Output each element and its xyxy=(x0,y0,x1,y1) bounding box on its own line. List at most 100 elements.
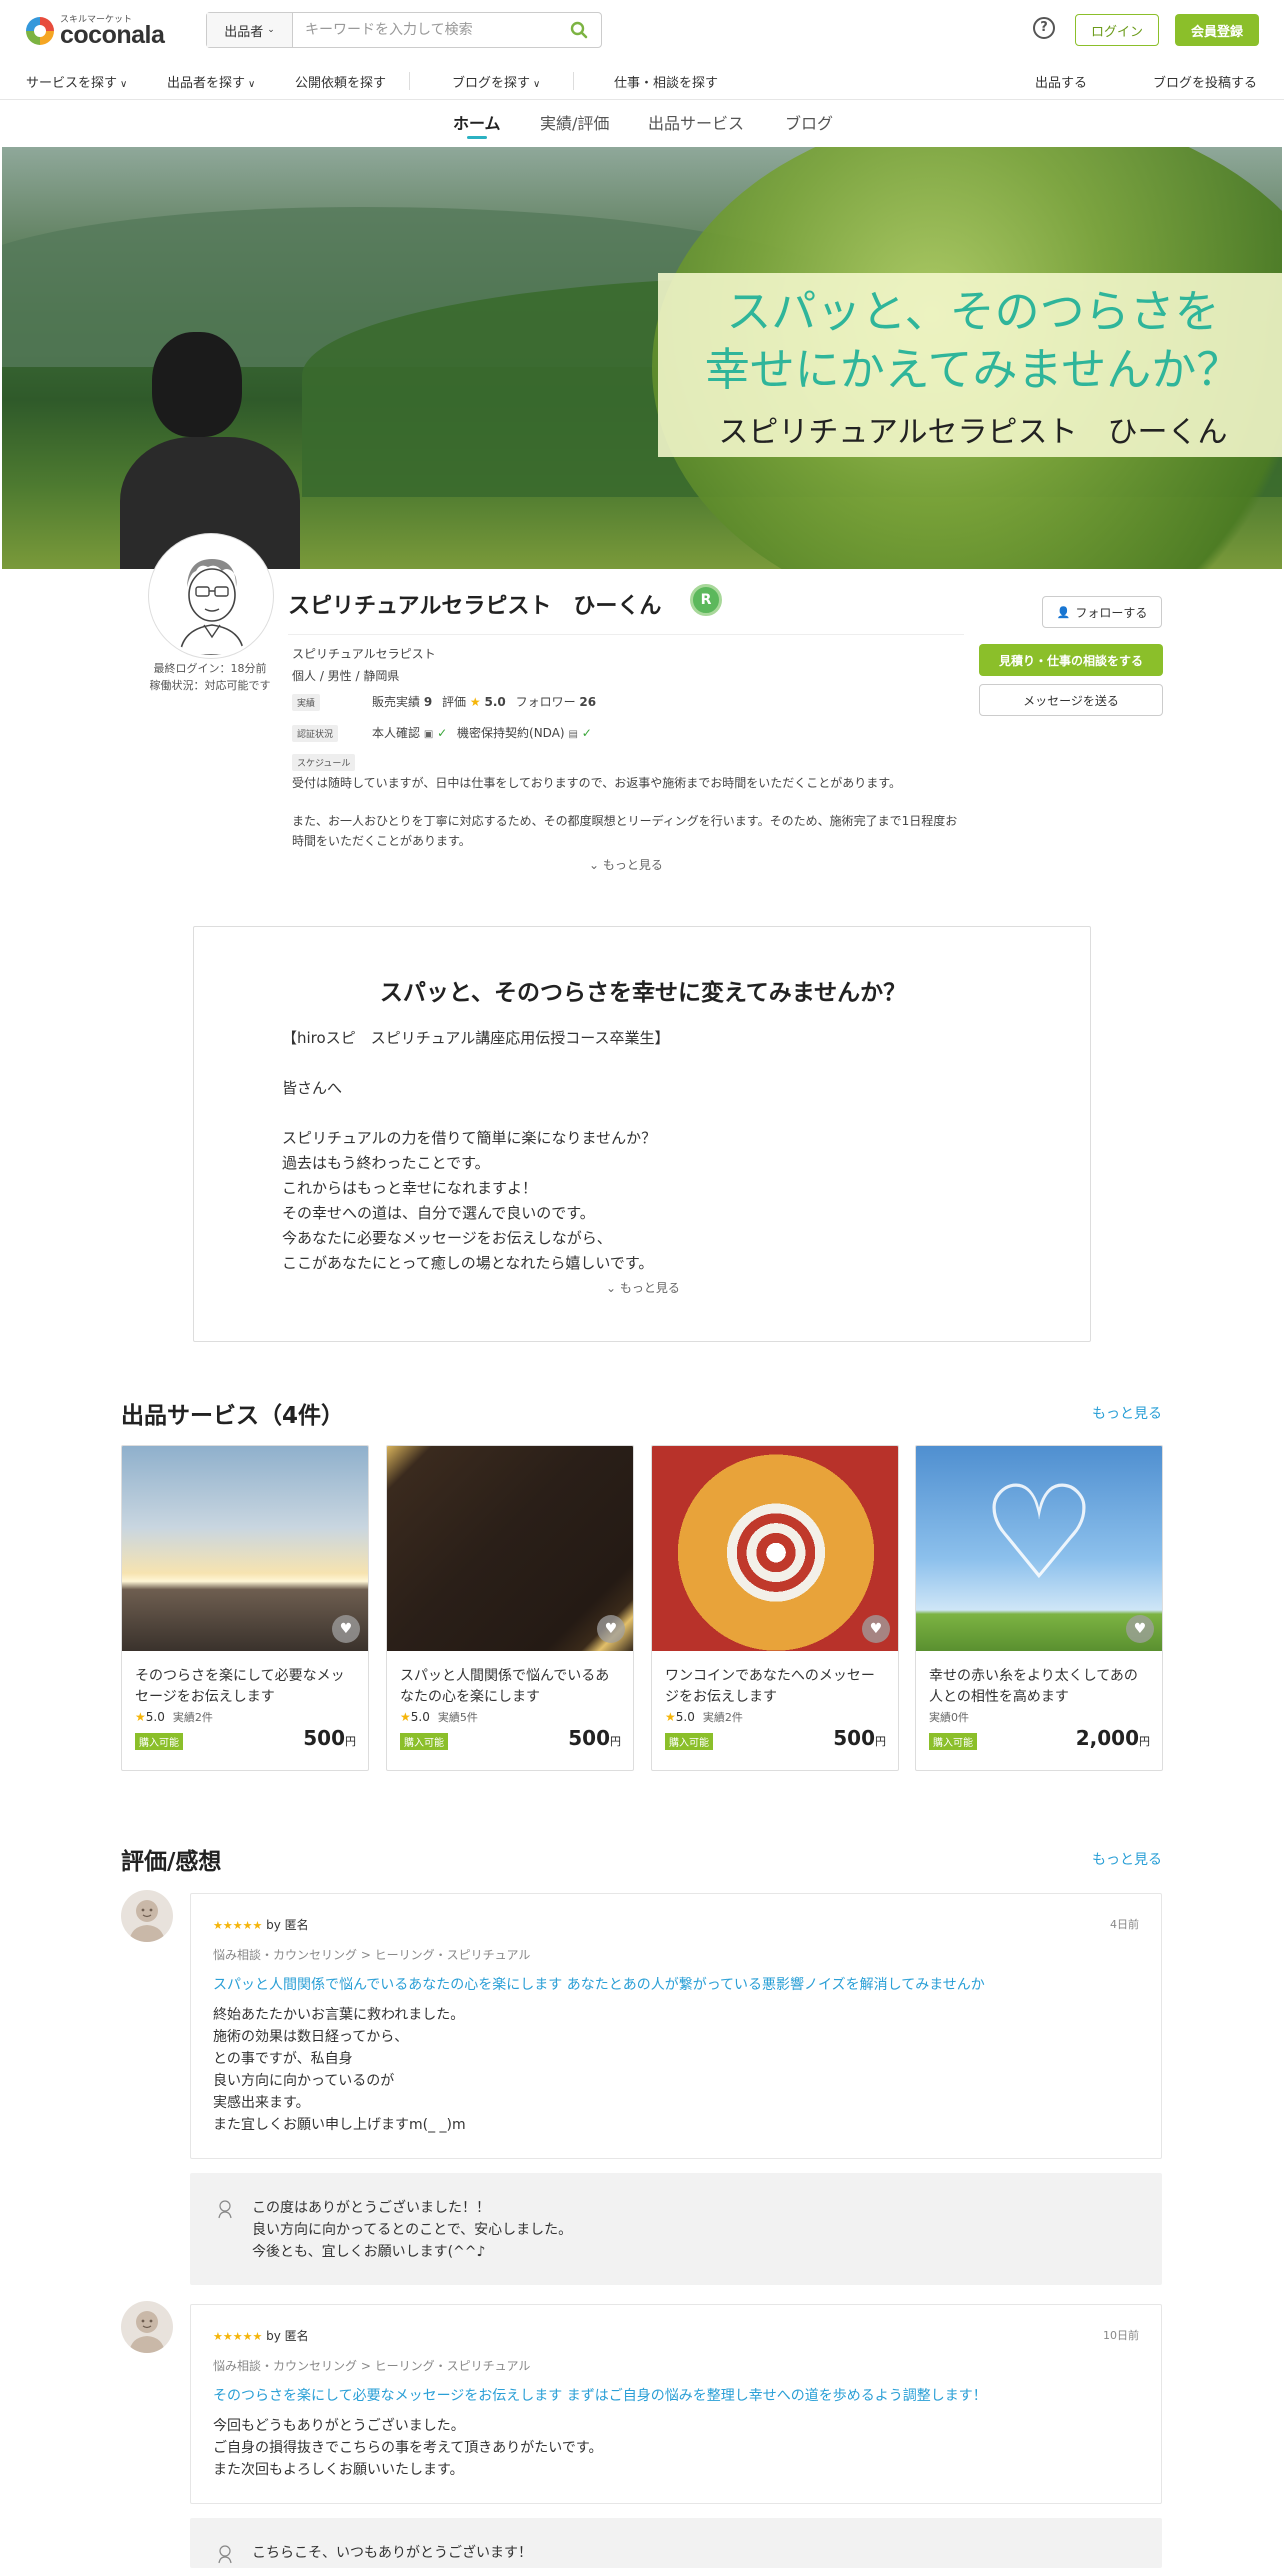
purchasable-badge: 購入可能 xyxy=(665,1733,713,1750)
nav-sell[interactable]: 出品する xyxy=(1035,72,1087,91)
search-input[interactable] xyxy=(293,13,557,47)
search-category-select[interactable]: 出品者 ⌄ xyxy=(207,13,293,47)
purchasable-badge: 購入可能 xyxy=(135,1733,183,1750)
tab-blog[interactable]: ブログ xyxy=(785,110,833,134)
service-thumbnail xyxy=(652,1446,898,1651)
register-button[interactable]: 会員登録 xyxy=(1175,14,1259,46)
schedule-text-3: 時間をいただくことがあります。 xyxy=(292,834,471,848)
nav-post-blog[interactable]: ブログを投稿する xyxy=(1153,72,1257,91)
favorite-heart-icon[interactable]: ♥ xyxy=(597,1615,625,1643)
search-category-label: 出品者 xyxy=(224,24,264,40)
active-tab-indicator xyxy=(467,136,487,139)
consult-button[interactable]: 見積り・仕事の相談をする xyxy=(979,644,1163,676)
avatar-illustration xyxy=(152,537,270,655)
schedule-text-1: 受付は随時していますが、日中は仕事をしておりますので、お返事や施術までお時間をい… xyxy=(292,776,902,790)
services-more-link[interactable]: もっと見る xyxy=(1092,1403,1162,1423)
favorite-heart-icon[interactable]: ♥ xyxy=(1126,1615,1154,1643)
tab-reviews[interactable]: 実績/評価 xyxy=(540,110,609,134)
service-rating: ★5.0 実績2件 xyxy=(665,1710,743,1724)
service-thumbnail xyxy=(387,1446,633,1651)
seller-reply-icon xyxy=(218,2200,232,2219)
reviews-more-link[interactable]: もっと見る xyxy=(1092,1849,1162,1869)
service-price: 500円 xyxy=(568,1726,621,1750)
review-service-link[interactable]: そのつらさを楽にして必要なメッセージをお伝えします まずはご自身の悩みを整理し幸… xyxy=(213,2385,987,2405)
seller-reply: こちらこそ、いつもありがとうございます！ xyxy=(190,2518,1162,2568)
intro-line: 過去はもう終わったことです。 xyxy=(282,1154,490,1172)
send-message-button[interactable]: メッセージを送る xyxy=(979,684,1163,716)
rating-value: 5.0 xyxy=(484,695,506,709)
intro-more-link[interactable]: ⌄ もっと見る xyxy=(606,1279,680,1296)
intro-title: スパッと、そのつらさを幸せに変えてみませんか？ xyxy=(379,980,907,1006)
nav-find-services[interactable]: サービスを探す ∨ xyxy=(26,72,127,91)
hero-headline-1: スパッと、そのつらさを xyxy=(726,286,1220,337)
profile-meta: 個人 / 男性 / 静岡県 xyxy=(292,669,400,683)
rank-badge-icon: R xyxy=(690,584,722,616)
search-button[interactable] xyxy=(557,13,601,47)
review-date: 10日前 xyxy=(1103,2329,1139,2342)
favorite-heart-icon[interactable]: ♥ xyxy=(862,1615,890,1643)
help-icon[interactable]: ? xyxy=(1033,17,1055,39)
review-text: 終始あたたかいお言葉に救われました。 xyxy=(213,2007,465,2023)
nav-divider xyxy=(409,72,410,90)
review-rating: ★★★★★ by 匿名 xyxy=(213,1918,309,1932)
service-card[interactable]: ♥ スパッと人間関係で悩んでいるあなたの心を楽にします ★5.0 実績5件 購入可… xyxy=(386,1445,634,1771)
hero-headline-2: 幸せにかえてみませんか？ xyxy=(704,344,1242,395)
search-bar: 出品者 ⌄ xyxy=(206,12,602,48)
follower-value: 26 xyxy=(579,695,597,709)
service-price: 2,000円 xyxy=(1075,1726,1150,1750)
service-rating: ★5.0 実績5件 xyxy=(400,1710,478,1724)
coconala-logo[interactable]: スキルマーケット coconala xyxy=(26,14,165,49)
nav-find-sellers[interactable]: 出品者を探す ∨ xyxy=(167,72,255,91)
availability-status: 稼働状況：対応可能です xyxy=(149,679,271,692)
service-card[interactable]: ♥ ワンコインであなたへのメッセージをお伝えします ★5.0 実績2件 購入可能 … xyxy=(651,1445,899,1771)
service-card[interactable]: ♥ そのつらさを楽にして必要なメッセージをお伝えします ★5.0 実績2件 購入可… xyxy=(121,1445,369,1771)
star-icon: ★ xyxy=(665,1710,676,1724)
sales-label: 販売実績 xyxy=(372,695,421,709)
reviews-section-title: 評価/感想 xyxy=(121,1849,222,1875)
intro-box: スパッと、そのつらさを幸せに変えてみませんか？ 【hiroスピ スピリチュアル講… xyxy=(193,926,1091,1342)
search-icon xyxy=(570,21,588,39)
seller-reply: この度はありがとうございました！！ 良い方向に向かってるとのことで、安心しました… xyxy=(190,2173,1162,2285)
service-card[interactable]: ♡ ♥ 幸せの赤い糸をより太くしてあの人との相性を高めます 実績0件 購入可能 … xyxy=(915,1445,1163,1771)
reviewer-avatar xyxy=(121,2301,173,2353)
tab-services[interactable]: 出品サービス xyxy=(648,110,744,134)
intro-line: これからはもっと幸せになれますよ！ xyxy=(282,1179,538,1197)
reply-text: 今後とも、宜しくお願いします(^^♪ xyxy=(252,2244,486,2260)
nav-find-blogs[interactable]: ブログを探す ∨ xyxy=(452,72,540,91)
review-card: ★★★★★ by 匿名 4日前 悩み相談・カウンセリング > ヒーリング・スピリ… xyxy=(190,1893,1162,2159)
star-icon: ★★★★★ xyxy=(213,1919,263,1932)
intro-line: スピリチュアルの力を借りて簡単に楽になりませんか？ xyxy=(282,1129,657,1147)
service-title: 幸せの赤い糸をより太くしてあの人との相性を高めます xyxy=(929,1668,1138,1705)
review-text: 施術の効果は数日経ってから、 xyxy=(213,2029,409,2045)
hero-headline-3: スピリチュアルセラピスト ひーくん xyxy=(718,416,1228,449)
profile-more-link[interactable]: ⌄ もっと見る xyxy=(589,856,663,873)
review-rating: ★★★★★ by 匿名 xyxy=(213,2329,309,2343)
record-label: 実績 xyxy=(292,694,321,711)
sales-value: 9 xyxy=(423,695,433,709)
login-button[interactable]: ログイン xyxy=(1075,14,1159,46)
last-login: 最終ログイン：18分前 xyxy=(153,662,267,675)
service-thumbnail: ♡ xyxy=(916,1446,1162,1651)
review-text: との事ですが、私自身 xyxy=(213,2051,353,2067)
nav-find-requests[interactable]: 公開依頼を探す xyxy=(295,72,386,91)
service-sales: 実績0件 xyxy=(929,1711,969,1724)
chevron-down-icon: ∨ xyxy=(120,79,128,90)
nav-find-jobs[interactable]: 仕事・相談を探す xyxy=(614,72,718,91)
review-category: 悩み相談・カウンセリング > ヒーリング・スピリチュアル xyxy=(213,2359,531,2373)
schedule-text-2: また、お一人おひとりを丁寧に対応するため、その都度瞑想とリーディングを行います。… xyxy=(292,814,958,828)
follow-button[interactable]: 👤 フォローする xyxy=(1042,596,1162,628)
review-text: 実感出来ます。 xyxy=(213,2095,310,2111)
service-title: スパッと人間関係で悩んでいるあなたの心を楽にします xyxy=(400,1668,610,1705)
check-icon: ✓ xyxy=(437,726,448,740)
tab-home[interactable]: ホーム xyxy=(453,110,501,134)
favorite-heart-icon[interactable]: ♥ xyxy=(332,1615,360,1643)
star-icon: ★ xyxy=(400,1710,411,1724)
review-service-link[interactable]: スパッと人間関係で悩んでいるあなたの心を楽にします あなたとあの人が繋がっている… xyxy=(213,1974,985,1994)
nav-divider xyxy=(573,72,574,90)
chevron-down-icon: ⌄ xyxy=(267,25,275,35)
profile-avatar xyxy=(149,534,273,658)
star-icon: ★ xyxy=(469,695,481,709)
seller-reply-icon xyxy=(218,2545,232,2564)
purchasable-badge: 購入可能 xyxy=(929,1733,977,1750)
intro-line: 今あなたに必要なメッセージをお伝えしながら、 xyxy=(282,1229,612,1247)
